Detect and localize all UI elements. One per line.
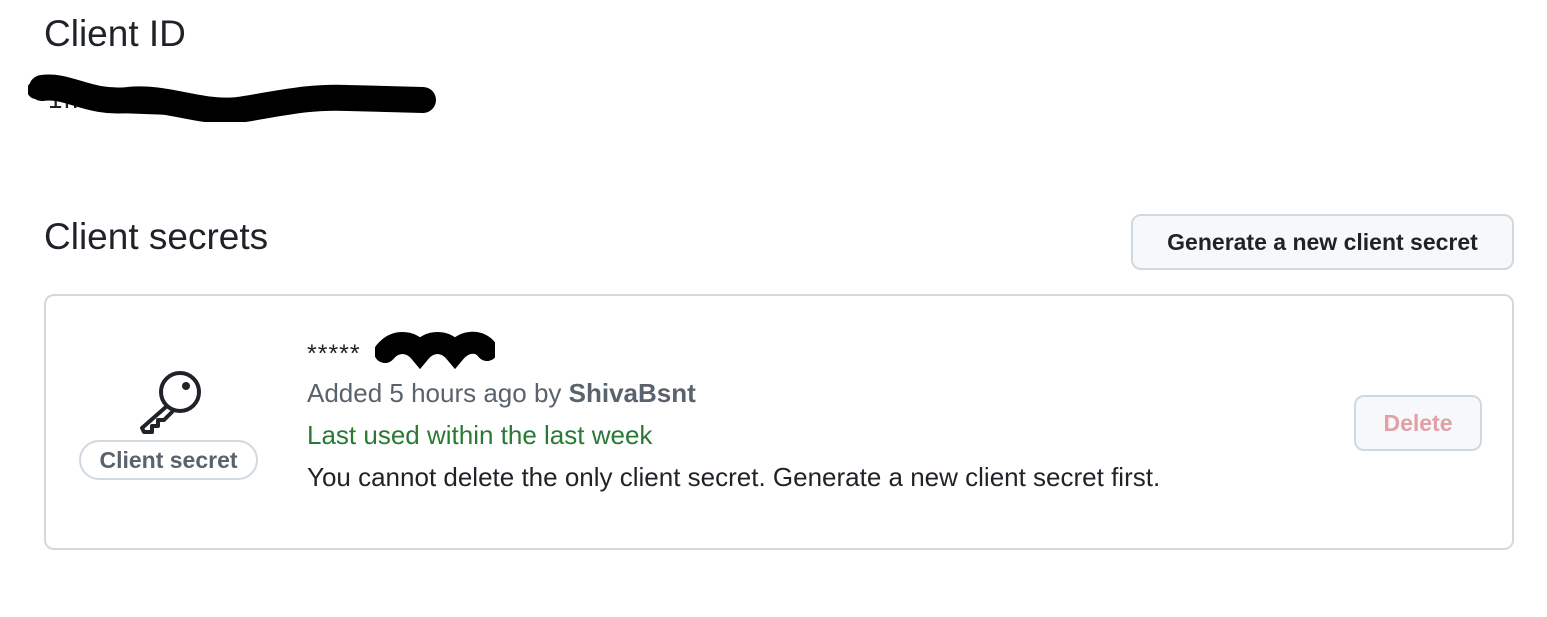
secret-last-used: Last used within the last week [307, 420, 653, 450]
generate-client-secret-button[interactable]: Generate a new client secret [1131, 214, 1514, 270]
delete-restriction-note: You cannot delete the only client secret… [307, 462, 1161, 492]
oauth-app-settings: Client ID 1f... Client secrets Generate … [0, 0, 1547, 617]
masked-secret-value: ***** [307, 331, 507, 370]
key-icon [140, 371, 201, 434]
client-id-value: 1f... [28, 74, 438, 122]
redaction-scribble [375, 331, 495, 370]
secret-added-info: Added 5 hours ago by ShivaBsnt [307, 376, 696, 410]
client-id-heading: Client ID [44, 13, 186, 54]
delete-secret-button[interactable]: Delete [1354, 395, 1482, 451]
secret-author: ShivaBsnt [568, 378, 696, 408]
redaction-scribble [28, 74, 436, 122]
added-prefix: Added 5 hours ago by [307, 378, 569, 408]
masked-secret-text: ***** [307, 340, 361, 368]
client-secret-item: Client secret ***** Added 5 hours ago by… [44, 294, 1514, 550]
client-secrets-heading: Client secrets [44, 216, 269, 257]
client-secret-badge: Client secret [79, 440, 258, 480]
